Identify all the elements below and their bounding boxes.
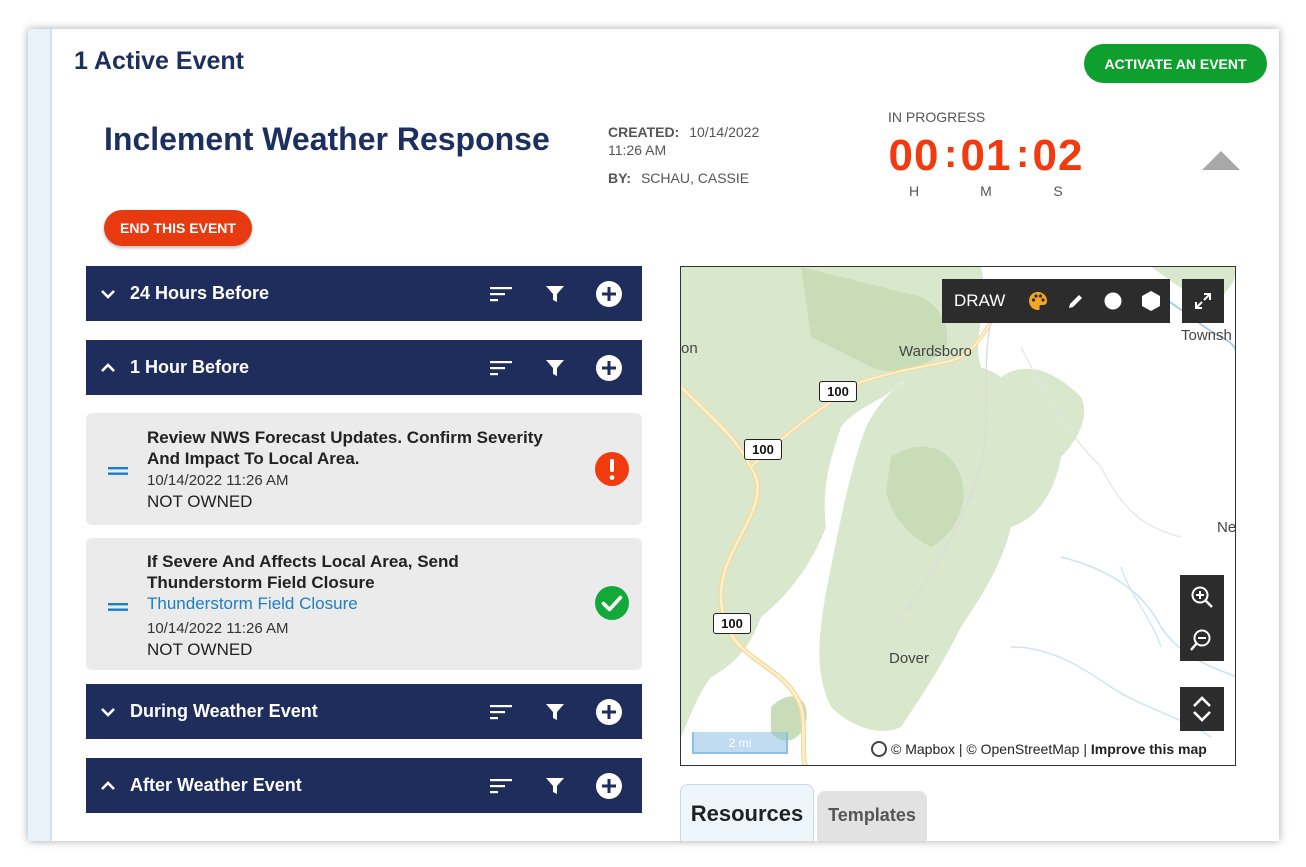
left-edge-bar [28, 29, 52, 841]
route-shield: 100 [819, 381, 857, 402]
tab-templates[interactable]: Templates [817, 791, 927, 841]
task-owner: NOT OWNED [147, 640, 253, 659]
task-card[interactable]: If Severe And Affects Local Area, Send T… [86, 538, 642, 670]
polygon-icon[interactable] [1132, 279, 1170, 323]
map-label-wardsboro: Wardsboro [899, 343, 972, 360]
sort-icon[interactable] [484, 351, 518, 385]
page-title: 1 Active Event [74, 47, 244, 75]
task-date: 10/14/2022 11:26 AM [147, 620, 289, 637]
phase-title: 1 Hour Before [130, 357, 250, 377]
event-meta: CREATED: 10/14/2022 11:26 AM BY: SCHAU, … [608, 123, 759, 187]
filter-icon[interactable] [538, 277, 572, 311]
draw-label: DRAW [954, 291, 1006, 310]
add-task-icon[interactable] [592, 277, 626, 311]
map-label-dover: Dover [889, 650, 930, 667]
phase-header-after-weather-event[interactable]: After Weather Event [86, 758, 642, 813]
created-by: SCHAU, CASSIE [640, 170, 750, 186]
timer-hours: 00 [888, 131, 940, 180]
add-task-icon[interactable] [592, 351, 626, 385]
collapse-up-icon[interactable] [1202, 151, 1240, 170]
timer-hours-label: H [908, 183, 920, 199]
circle-icon[interactable] [1095, 279, 1133, 323]
route-shield: 100 [713, 613, 751, 634]
task-card[interactable]: Review NWS Forecast Updates. Confirm Sev… [86, 413, 642, 525]
phase-header-during-weather-event[interactable]: During Weather Event [86, 684, 642, 739]
attribution-text: © Mapbox | © OpenStreetMap | [891, 741, 1087, 757]
alert-icon[interactable] [595, 452, 629, 486]
pencil-icon[interactable] [1057, 279, 1095, 323]
zoom-in-icon[interactable] [1180, 575, 1224, 618]
bottom-tabs: Resources Templates [680, 784, 927, 841]
event-map[interactable]: Wardsboro Townsh Dover Ne on 100 100 100… [680, 266, 1236, 766]
timer-seconds-label: S [1053, 183, 1063, 199]
activate-event-button[interactable]: ACTIVATE AN EVENT [1084, 44, 1267, 83]
chevron-down-icon[interactable] [90, 289, 126, 299]
chevron-up-icon[interactable] [90, 780, 126, 791]
sort-icon[interactable] [484, 769, 518, 803]
drag-handle-icon[interactable] [108, 599, 128, 617]
end-event-button[interactable]: END THIS EVENT [104, 210, 252, 246]
task-template-link[interactable]: Thunderstorm Field Closure [147, 593, 547, 614]
task-title[interactable]: Review NWS Forecast Updates. Confirm Sev… [147, 427, 547, 469]
add-task-icon[interactable] [592, 695, 626, 729]
created-date: 10/14/2022 [689, 124, 760, 140]
route-shield: 100 [744, 439, 782, 460]
phase-header-24-hours-before[interactable]: 24 Hours Before [86, 266, 642, 321]
map-scale: 2 mi [692, 732, 788, 754]
map-label-on: on [681, 340, 698, 357]
event-title: Inclement Weather Response [104, 121, 550, 157]
timer-minutes-label: M [980, 183, 992, 199]
mapbox-logo-icon [871, 741, 887, 757]
map-label-ne: Ne [1217, 519, 1236, 536]
zoom-out-icon[interactable] [1180, 618, 1224, 661]
task-owner: NOT OWNED [147, 492, 253, 511]
timer-minutes: 01 [960, 131, 1012, 180]
filter-icon[interactable] [538, 351, 572, 385]
sort-icon[interactable] [484, 277, 518, 311]
task-title[interactable]: If Severe And Affects Local Area, Send T… [147, 551, 547, 593]
add-task-icon[interactable] [592, 769, 626, 803]
phase-title: During Weather Event [130, 701, 318, 721]
phase-title: After Weather Event [130, 775, 302, 795]
phase-header-1-hour-before[interactable]: 1 Hour Before [86, 340, 642, 395]
map-basemap[interactable] [681, 267, 1236, 766]
tab-resources[interactable]: Resources [680, 784, 814, 841]
drag-handle-icon[interactable] [108, 463, 128, 481]
fullscreen-icon[interactable] [1182, 279, 1224, 323]
created-label: CREATED: [608, 124, 680, 140]
filter-icon[interactable] [538, 769, 572, 803]
draw-toolbar: DRAW [942, 279, 1170, 323]
improve-map-link[interactable]: Improve this map [1091, 741, 1207, 757]
task-date: 10/14/2022 11:26 AM [147, 472, 289, 489]
phase-title: 24 Hours Before [130, 283, 270, 303]
filter-icon[interactable] [538, 695, 572, 729]
by-label: BY: [608, 170, 632, 186]
check-icon[interactable] [595, 586, 629, 620]
sort-icon[interactable] [484, 695, 518, 729]
event-panel: 1 Active Event ACTIVATE AN EVENT Incleme… [28, 29, 1279, 841]
zoom-controls [1180, 575, 1224, 661]
palette-icon[interactable] [1019, 279, 1057, 323]
chevron-up-icon[interactable] [90, 362, 126, 373]
status-label: IN PROGRESS [888, 109, 986, 125]
timer-separator: : [1016, 132, 1030, 176]
map-label-townsh: Townsh [1181, 327, 1232, 344]
timer-separator: : [944, 132, 958, 176]
map-attribution: © Mapbox | © OpenStreetMap | Improve thi… [869, 741, 1209, 757]
created-time: 11:26 AM [608, 142, 667, 158]
locate-icon[interactable] [1180, 687, 1224, 731]
elapsed-timer: 00 H : 01 M : 02 S [884, 129, 1088, 199]
timer-seconds: 02 [1032, 131, 1084, 180]
chevron-down-icon[interactable] [90, 707, 126, 717]
